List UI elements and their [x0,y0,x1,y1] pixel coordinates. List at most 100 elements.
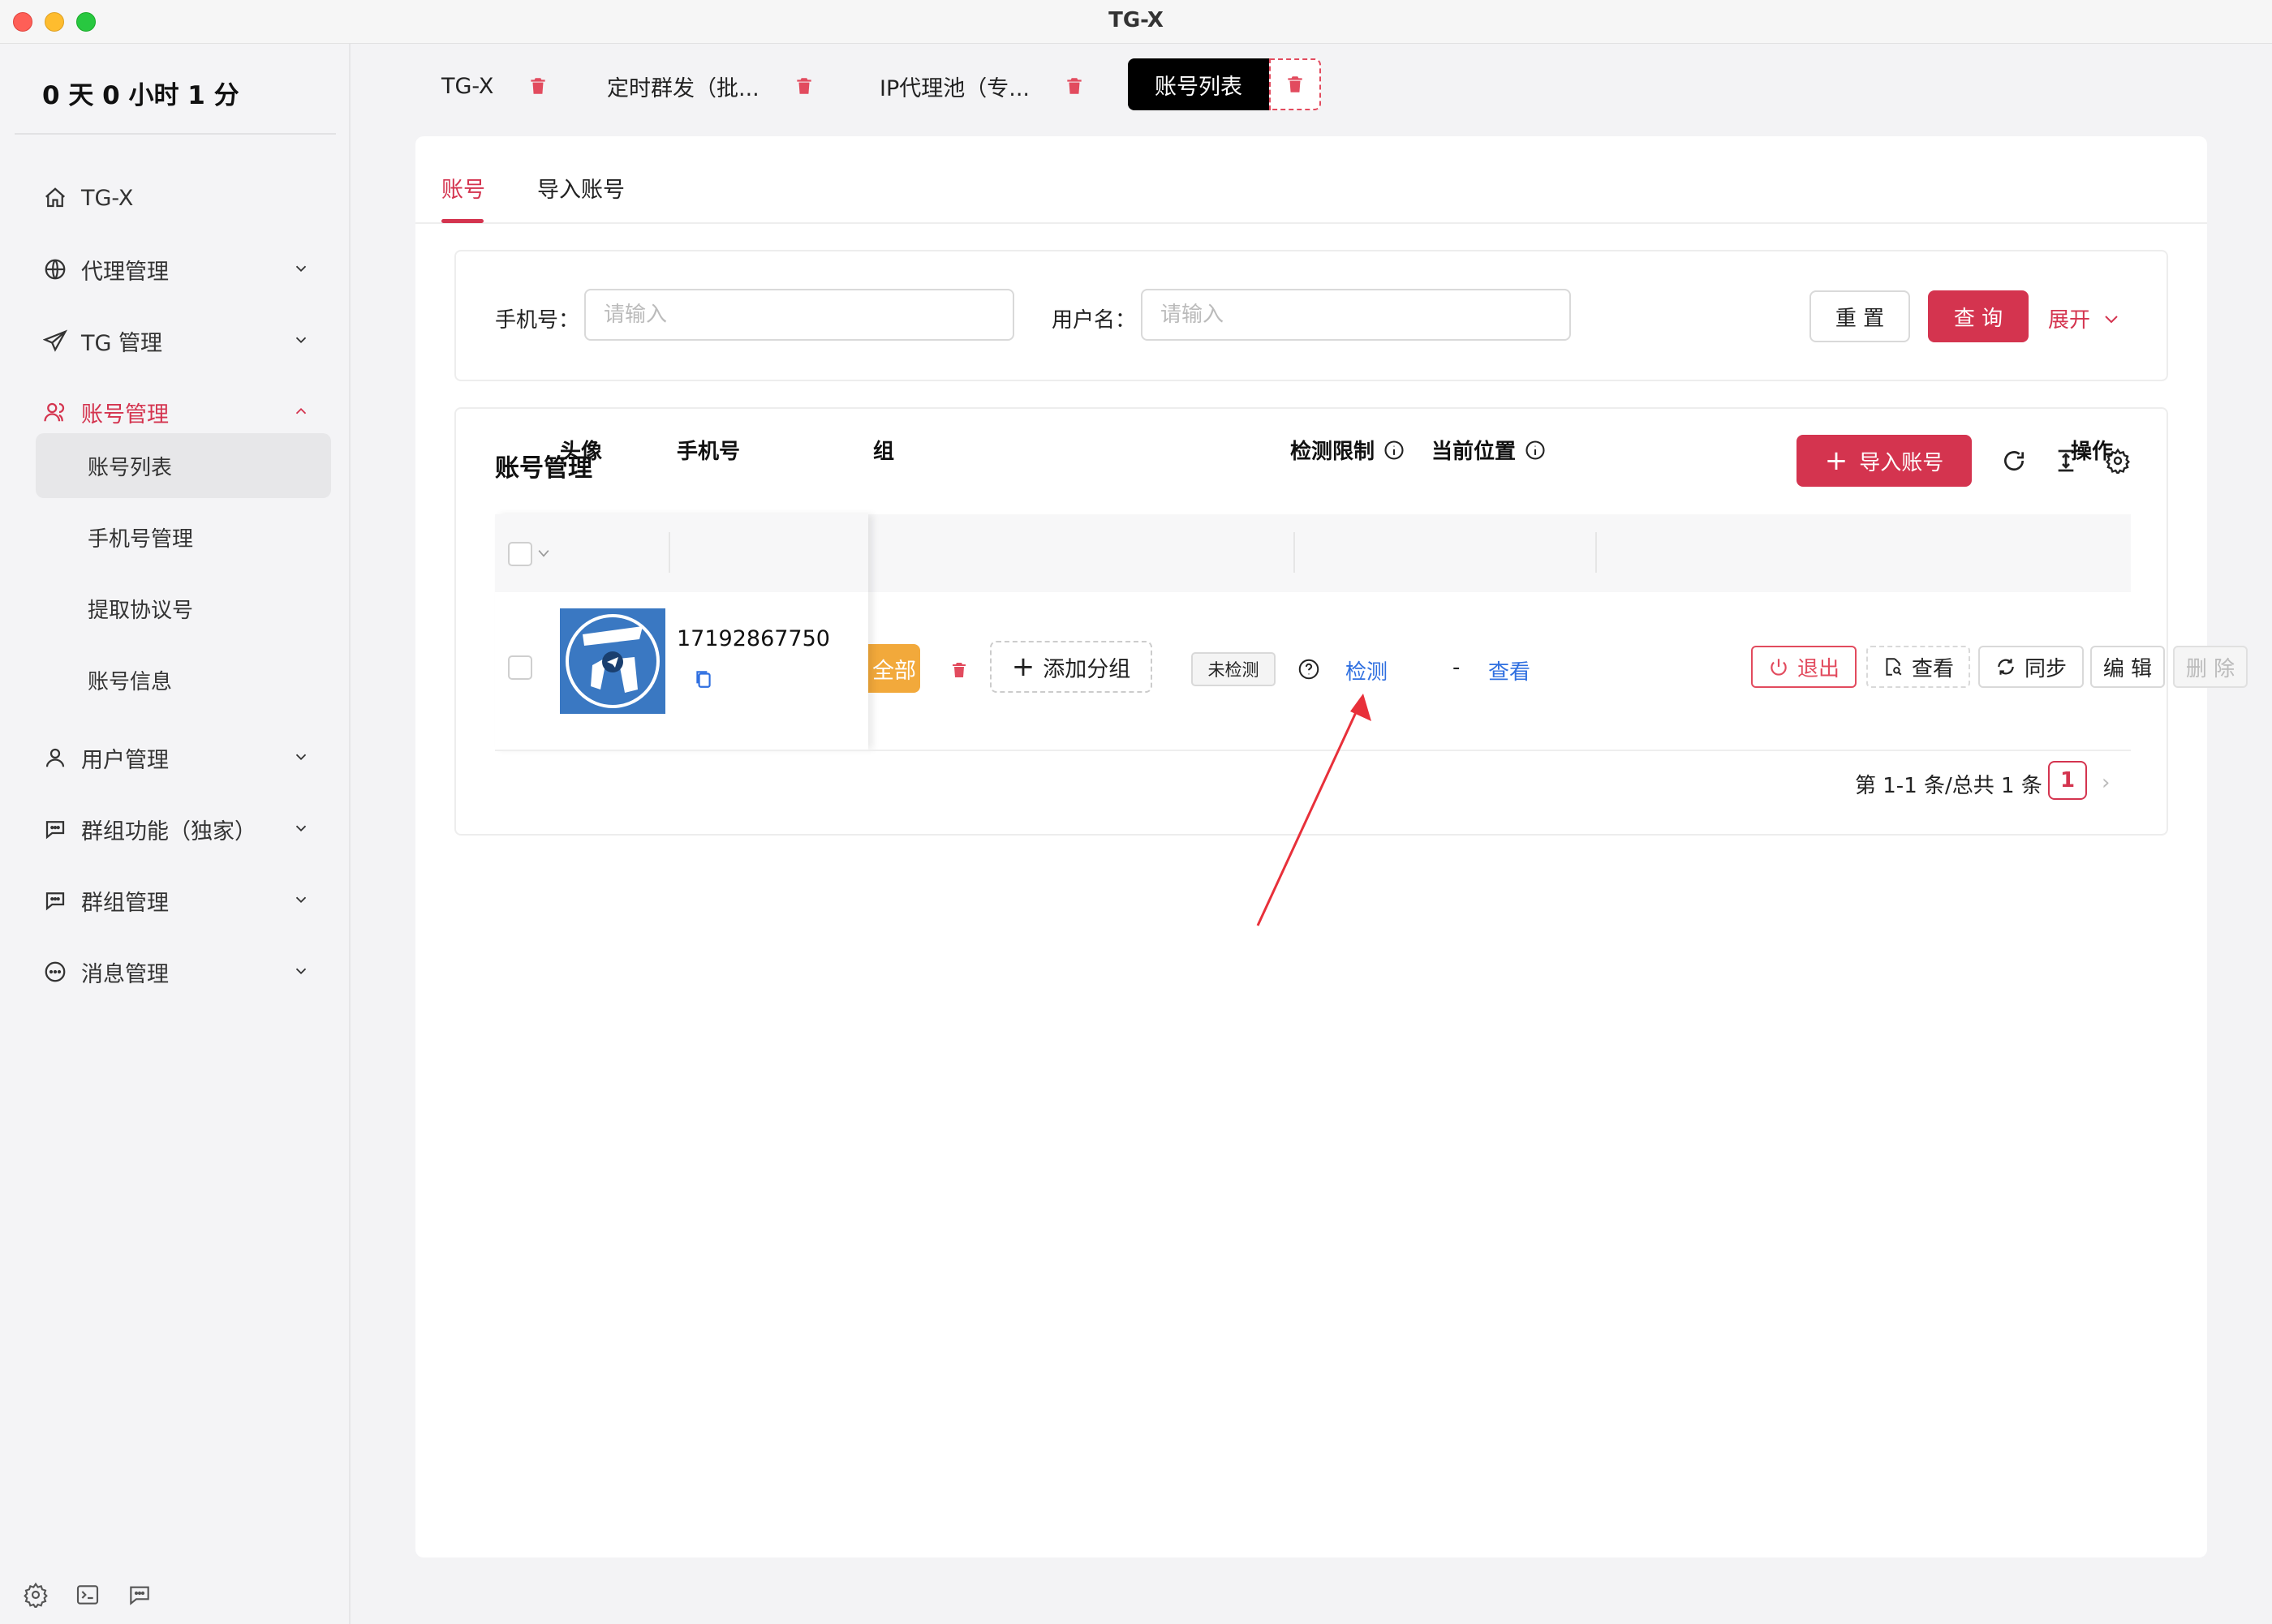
sidebar-item-accounts[interactable]: 账号管理 [42,388,310,436]
submenu-extract-protocol[interactable]: 提取协议号 [88,584,193,633]
sidebar-item-group-management[interactable]: 群组管理 [42,876,310,925]
trash-icon [1288,76,1302,92]
tab-label: 定时群发（批... [607,75,759,101]
chevron-down-icon [295,754,307,761]
sidebar: 0 天 0 小时 1 分 TG-X 代理管理 TG 管理 账号管理 账号列表 手… [0,44,351,1624]
plus-icon: + [1824,445,1848,477]
uptime-timer: 0 天 0 小时 1 分 [42,81,239,110]
sidebar-item-tg[interactable]: TG 管理 [42,316,310,365]
chat-icon[interactable] [125,1580,154,1609]
tab-account-list[interactable]: 账号列表 [1128,58,1269,110]
location-label: 当前位置 [1431,440,1517,464]
tab-label: IP代理池（专... [880,75,1030,101]
view-button[interactable]: 查看 [1866,646,1970,688]
add-group-button[interactable]: + 添加分组 [990,641,1152,693]
submenu-phone-management[interactable]: 手机号管理 [88,513,193,561]
chat-icon [42,887,68,913]
select-all-checkbox[interactable] [508,542,532,566]
column-header-detect-limit: 检测限制 [1290,435,1405,465]
info-icon[interactable] [1383,439,1405,462]
sidebar-item-label: TG 管理 [81,330,162,356]
gear-icon[interactable] [21,1580,50,1609]
pagination-summary: 第 1-1 条/总共 1 条 [1855,774,2042,798]
column-header-avatar: 头像 [560,440,603,464]
location-value: - [1452,655,1461,680]
expand-toggle[interactable]: 展开 [2048,303,2121,333]
logout-label: 退出 [1797,656,1840,681]
app-window: TG-X 0 天 0 小时 1 分 TG-X 代理管理 TG 管理 账号管理 账… [0,0,2272,1624]
refresh-icon[interactable] [1999,446,2029,475]
sidebar-item-label: 用户管理 [81,747,169,773]
sidebar-footer [21,1580,154,1609]
column-header-location: 当前位置 [1431,435,1547,465]
trash-icon[interactable] [949,659,969,681]
telegram-avatar-icon [560,608,665,714]
view-label: 查看 [1911,656,1954,681]
window-title: TG-X [1108,8,1164,32]
chevron-down-icon [2105,315,2118,323]
tab-ip-proxy-pool[interactable]: IP代理池（专... [880,60,1085,112]
reset-button[interactable]: 重 置 [1809,290,1910,342]
chevron-right-icon[interactable]: › [2102,771,2110,795]
sidebar-item-home[interactable]: TG-X [42,174,310,222]
row-checkbox[interactable] [508,655,532,680]
delete-button[interactable]: 删 除 [2173,646,2248,688]
pagination-current-page[interactable]: 1 [2048,761,2087,800]
avatar [560,608,665,714]
expand-label: 展开 [2048,308,2091,333]
submenu-account-info[interactable]: 账号信息 [88,655,172,704]
logout-button[interactable]: 退出 [1751,646,1857,688]
trash-icon[interactable] [1064,74,1085,98]
submenu-active-highlight [36,433,331,498]
import-account-button[interactable]: + 导入账号 [1797,435,1972,487]
sidebar-item-proxy[interactable]: 代理管理 [42,245,310,294]
chevron-down-icon [295,825,307,832]
tab-label: TG-X [441,73,494,99]
sidebar-item-label: 群组管理 [81,890,169,916]
home-icon [42,185,68,211]
phone-search-input[interactable] [584,289,1014,341]
column-separator [1293,532,1295,573]
chevron-up-icon [295,407,307,415]
user-icon [42,745,68,771]
subtab-import-accounts[interactable]: 导入账号 [537,172,625,204]
document-search-icon [1886,658,1902,676]
copy-icon[interactable] [693,667,714,691]
chevron-down-icon [295,968,307,975]
info-icon[interactable] [1524,439,1547,462]
terminal-icon[interactable] [73,1580,102,1609]
phone-label: 手机号： [495,308,580,333]
subtab-accounts[interactable]: 账号 [441,172,485,204]
import-account-label: 导入账号 [1859,450,1944,475]
chat-icon [42,816,68,842]
submenu-account-list[interactable]: 账号列表 [88,441,172,490]
chevron-down-icon[interactable] [536,545,552,561]
annotation-arrow [1256,694,1371,926]
trash-icon[interactable] [527,74,549,98]
column-header-phone: 手机号 [677,440,741,464]
sync-label: 同步 [2024,656,2067,681]
chevron-down-icon [295,896,307,904]
edit-button[interactable]: 编 辑 [2090,646,2165,688]
sync-button[interactable]: 同步 [1978,646,2084,688]
group-tag[interactable]: 全部 [868,644,920,693]
tab-tgx[interactable]: TG-X [441,60,549,112]
send-icon [42,328,68,354]
sidebar-item-group-features[interactable]: 群组功能（独家） [42,805,310,853]
tab-account-list-close[interactable] [1269,58,1321,110]
view-location-link[interactable]: 查看 [1488,655,1530,685]
chevron-down-icon [295,337,307,344]
tab-scheduled-broadcast[interactable]: 定时群发（批... [607,60,815,112]
phone-number: 17192867750 [677,626,830,651]
username-search-input[interactable] [1141,289,1571,341]
sidebar-item-messages[interactable]: 消息管理 [42,947,310,996]
column-header-actions: 操作 [2071,440,2114,464]
column-separator [1595,532,1597,573]
chevron-left-icon[interactable]: ‹ [2022,771,2030,795]
title-bar: TG-X [0,0,2272,44]
trash-icon[interactable] [794,74,815,98]
query-button[interactable]: 查 询 [1928,290,2029,342]
chevron-down-icon [295,265,307,273]
sidebar-item-users[interactable]: 用户管理 [42,733,310,782]
column-header-group: 组 [873,440,895,464]
